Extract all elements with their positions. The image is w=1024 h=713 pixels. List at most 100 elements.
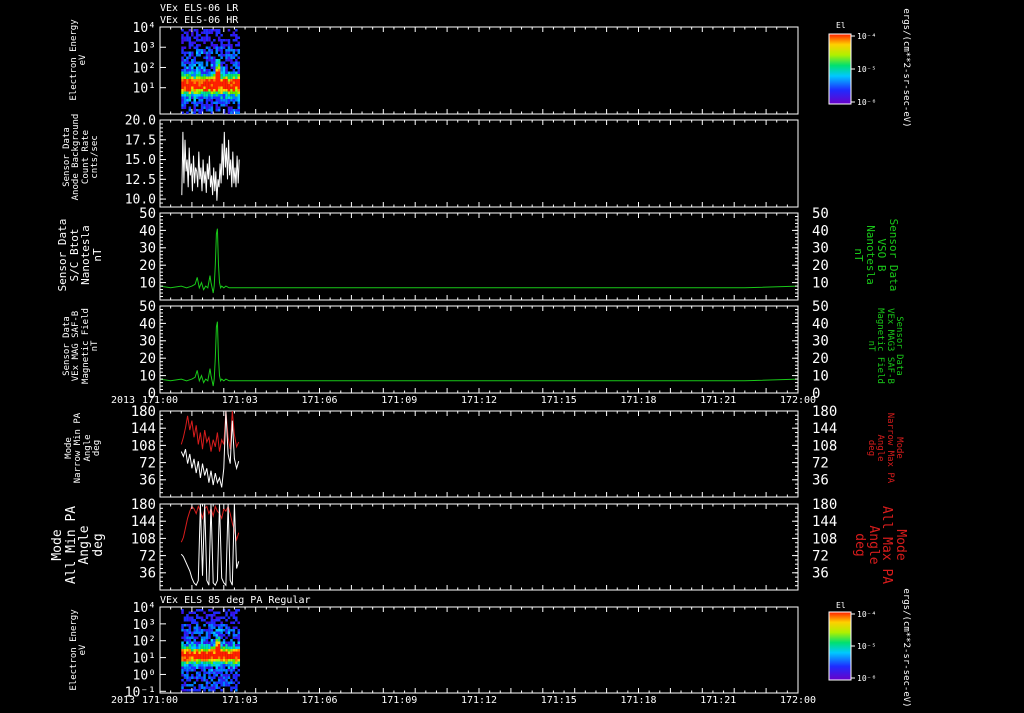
spectrogram-cell bbox=[237, 609, 241, 612]
spectrogram-cell bbox=[213, 664, 216, 667]
spectrogram-cell bbox=[203, 679, 206, 682]
spectrogram-cell bbox=[203, 66, 206, 69]
y-tick-label: 40 bbox=[139, 223, 156, 239]
spectrogram-cell bbox=[188, 659, 192, 662]
panel5-rlabel: Mode Narrow Max PA Angle deg bbox=[865, 412, 904, 484]
spectrogram-cell bbox=[181, 86, 184, 89]
y-tick-label: 40 bbox=[139, 316, 156, 332]
spectrogram-cell bbox=[186, 66, 189, 69]
spectrogram-cell bbox=[227, 79, 231, 82]
x-tick-label: 171:09 bbox=[381, 695, 417, 706]
spectrogram-cell bbox=[232, 649, 236, 652]
spectrogram-cell bbox=[193, 689, 196, 692]
spectrogram-cell bbox=[188, 81, 192, 84]
spectrogram-cell bbox=[215, 96, 219, 99]
spectrogram-cell bbox=[195, 71, 199, 74]
spectrogram-cell bbox=[225, 64, 228, 67]
spectrogram-cell bbox=[188, 669, 192, 672]
spectrogram-cell bbox=[213, 621, 216, 624]
spectrogram-cell bbox=[195, 29, 199, 32]
spectrogram-cell bbox=[225, 641, 228, 644]
spectrogram-cell bbox=[232, 651, 236, 654]
spectrogram-cell bbox=[237, 649, 241, 652]
spectrogram-cell bbox=[195, 54, 199, 57]
spectrogram-cell bbox=[220, 89, 223, 92]
spectrogram-cell bbox=[205, 679, 209, 682]
spectrogram-cell bbox=[213, 89, 216, 92]
spectrogram-cell bbox=[222, 74, 226, 77]
spectrogram-cell bbox=[181, 684, 184, 687]
spectrogram-cell bbox=[232, 94, 236, 97]
spectrogram-cell bbox=[205, 99, 209, 102]
spectrogram-cell bbox=[193, 681, 196, 684]
spectrogram-cell bbox=[210, 71, 214, 74]
spectrogram-cell bbox=[210, 619, 214, 622]
y-tick-label-right: 72 bbox=[812, 549, 829, 565]
spectrogram-cell bbox=[227, 106, 231, 109]
spectrogram-cell bbox=[188, 106, 192, 109]
spectrogram-cell bbox=[181, 61, 184, 64]
spectrogram-cell bbox=[225, 71, 228, 74]
spectrogram-cell bbox=[232, 626, 236, 629]
spectrogram-cell bbox=[235, 54, 238, 57]
spectrogram-cell bbox=[232, 686, 236, 689]
spectrogram-cell bbox=[213, 661, 216, 664]
spectrogram-cell bbox=[200, 109, 204, 112]
spectrogram-cell bbox=[220, 624, 223, 627]
spectrogram-cell bbox=[217, 74, 221, 77]
spectrogram-cell bbox=[203, 29, 206, 32]
spectrogram-cell bbox=[232, 659, 236, 662]
spectrogram-cell bbox=[235, 679, 238, 682]
spectrogram-cell bbox=[183, 101, 187, 104]
spectrogram-cell bbox=[225, 651, 228, 654]
spectrogram-cell bbox=[208, 59, 211, 62]
spectrogram-cell bbox=[227, 644, 231, 647]
y-tick-label: 180 bbox=[131, 404, 156, 420]
spectrogram-cell bbox=[181, 686, 184, 689]
spectrogram-cell bbox=[230, 96, 233, 99]
spectrogram-cell bbox=[213, 39, 216, 42]
spectrogram-cell bbox=[208, 54, 211, 57]
spectrogram-cell bbox=[222, 89, 226, 92]
spectrogram-cell bbox=[213, 614, 216, 617]
spectrogram-cell bbox=[198, 684, 201, 687]
spectrogram-cell bbox=[215, 664, 219, 667]
y-tick-label: 50 bbox=[139, 206, 156, 222]
panel-frame-2 bbox=[159, 119, 799, 208]
spectrogram-cell bbox=[188, 109, 192, 112]
spectrogram-cell bbox=[188, 36, 192, 39]
y-tick-label-right: 50 bbox=[812, 299, 829, 315]
spectrogram-cell bbox=[181, 74, 184, 77]
spectrogram-cell bbox=[195, 624, 199, 627]
spectrogram-cell bbox=[188, 661, 192, 664]
spectrogram-cell bbox=[208, 31, 211, 34]
spectrogram-cell bbox=[220, 84, 223, 87]
spectrogram-cell bbox=[232, 674, 236, 677]
spectrogram-cell bbox=[191, 71, 194, 74]
spectrogram-cell bbox=[235, 684, 238, 687]
spectrogram-cell bbox=[217, 49, 221, 52]
spectrogram-cell bbox=[213, 634, 216, 637]
spectrogram-cell bbox=[188, 649, 192, 652]
spectrogram-cell bbox=[230, 614, 233, 617]
spectrogram-cell bbox=[230, 59, 233, 62]
spectrogram-cell bbox=[181, 51, 184, 54]
spectrogram-cell bbox=[198, 94, 201, 97]
y-tick-label: 36 bbox=[139, 473, 156, 489]
spectrogram-cell bbox=[230, 49, 233, 52]
spectrogram-cell bbox=[210, 89, 214, 92]
spectrogram-cell bbox=[205, 649, 209, 652]
spectrogram-cell bbox=[191, 669, 194, 672]
spectrogram-cell bbox=[222, 666, 226, 669]
spectrogram-cell bbox=[203, 674, 206, 677]
spectrogram-cell bbox=[200, 666, 204, 669]
spectrogram-cell bbox=[225, 91, 228, 94]
spectrogram-cell bbox=[215, 46, 219, 49]
spectrogram-cell bbox=[195, 61, 199, 64]
spectrogram-cell bbox=[183, 84, 187, 87]
spectrogram-cell bbox=[188, 646, 192, 649]
spectrogram-cell bbox=[181, 641, 184, 644]
spectrogram-cell bbox=[188, 44, 192, 47]
spectrogram-cell bbox=[235, 49, 238, 52]
spectrogram-cell bbox=[215, 109, 219, 112]
